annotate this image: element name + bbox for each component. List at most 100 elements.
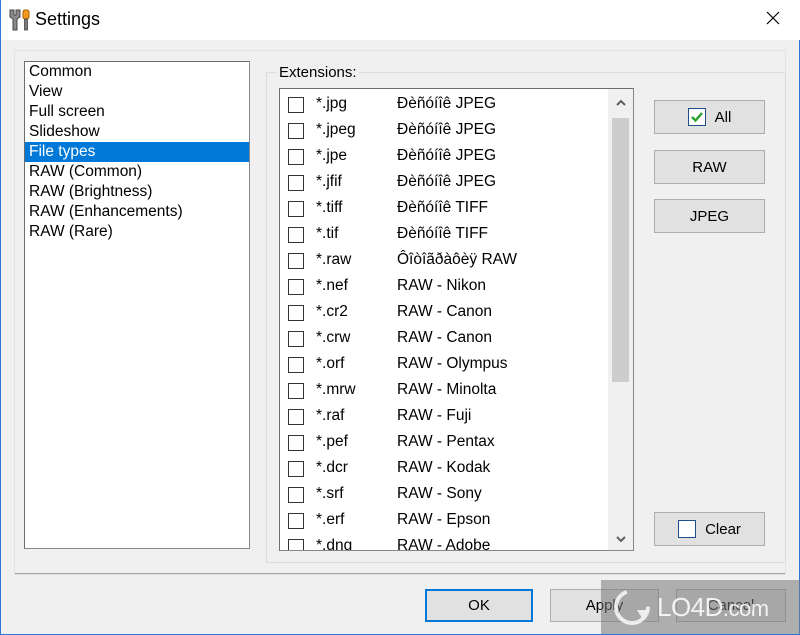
nav-item-raw-rare[interactable]: RAW (Rare) bbox=[25, 222, 249, 242]
nav-item-common[interactable]: Common bbox=[25, 62, 249, 82]
select-jpeg-label: JPEG bbox=[689, 207, 730, 225]
extension-checkbox[interactable] bbox=[288, 227, 304, 243]
checkbox-unchecked-icon bbox=[678, 520, 697, 538]
extension-checkbox[interactable] bbox=[288, 435, 304, 451]
apply-button[interactable]: Apply bbox=[550, 589, 659, 622]
select-all-label: All bbox=[714, 108, 732, 126]
clear-button[interactable]: Clear bbox=[654, 512, 765, 546]
extension-row[interactable]: *.tif Ðèñóíîê TIFF bbox=[280, 222, 610, 248]
vertical-scrollbar[interactable] bbox=[608, 89, 633, 550]
extension-row[interactable]: *.mrw RAW - Minolta bbox=[280, 378, 610, 404]
extension-name: *.jpeg bbox=[316, 121, 356, 138]
extension-checkbox[interactable] bbox=[288, 513, 304, 529]
nav-item-raw-enhancements[interactable]: RAW (Enhancements) bbox=[25, 202, 249, 222]
extension-description: RAW - Canon bbox=[397, 329, 493, 346]
extension-description: Ôîòîãðàôèÿ RAW bbox=[397, 251, 518, 268]
extension-row[interactable]: *.raf RAW - Fuji bbox=[280, 404, 610, 430]
extension-description: RAW - Minolta bbox=[397, 381, 497, 398]
category-list[interactable]: Common View Full screen Slideshow File types… bbox=[24, 61, 250, 549]
extension-checkbox[interactable] bbox=[288, 175, 304, 191]
extension-row[interactable]: *.raw Ôîòîãðàôèÿ RAW bbox=[280, 248, 610, 274]
chevron-up-icon bbox=[615, 93, 626, 110]
extension-row[interactable]: *.erf RAW - Epson bbox=[280, 508, 610, 534]
extension-checkbox[interactable] bbox=[288, 253, 304, 269]
close-button[interactable] bbox=[753, 5, 793, 35]
nav-item-view[interactable]: View bbox=[25, 82, 249, 102]
extension-description: Ðèñóíîê JPEG bbox=[397, 95, 497, 112]
extension-name: *.mrw bbox=[316, 381, 356, 398]
chevron-down-icon bbox=[615, 530, 626, 547]
ok-label: OK bbox=[468, 597, 490, 614]
extension-checkbox[interactable] bbox=[288, 201, 304, 217]
extension-name: *.cr2 bbox=[316, 303, 348, 320]
extension-name: *.erf bbox=[316, 511, 345, 528]
title-bar[interactable]: Settings bbox=[1, 0, 800, 40]
extension-name: *.srf bbox=[316, 485, 344, 502]
extension-description: RAW - Olympus bbox=[397, 355, 508, 372]
extension-row[interactable]: *.jfif Ðèñóíîê JPEG bbox=[280, 170, 610, 196]
extension-row[interactable]: *.jpg Ðèñóíîê JPEG bbox=[280, 92, 610, 118]
cancel-button[interactable]: Cancel bbox=[676, 589, 786, 622]
extension-name: *.jfif bbox=[316, 173, 342, 190]
extension-name: *.raf bbox=[316, 407, 345, 424]
select-jpeg-button[interactable]: JPEG bbox=[654, 199, 765, 233]
extension-checkbox[interactable] bbox=[288, 539, 304, 550]
extension-name: *.tiff bbox=[316, 199, 343, 216]
select-raw-button[interactable]: RAW bbox=[654, 150, 765, 184]
extension-description: RAW - Pentax bbox=[397, 433, 495, 450]
extension-name: *.raw bbox=[316, 251, 352, 268]
ok-button[interactable]: OK bbox=[425, 589, 533, 622]
extension-name: *.dcr bbox=[316, 459, 348, 476]
scrollbar-thumb[interactable] bbox=[612, 118, 629, 382]
extensions-list[interactable]: *.jpg Ðèñóíîê JPEG *.jpeg Ðèñóíîê JPEG *.jpe… bbox=[279, 88, 634, 551]
extension-description: Ðèñóíîê TIFF bbox=[397, 199, 489, 216]
extension-description: RAW - Nikon bbox=[397, 277, 486, 294]
extension-checkbox[interactable] bbox=[288, 123, 304, 139]
extensions-label: Extensions: bbox=[277, 64, 359, 81]
nav-item-raw-common[interactable]: RAW (Common) bbox=[25, 162, 249, 182]
extension-checkbox[interactable] bbox=[288, 383, 304, 399]
extension-row[interactable]: *.srf RAW - Sony bbox=[280, 482, 610, 508]
extension-checkbox[interactable] bbox=[288, 97, 304, 113]
clear-label: Clear bbox=[705, 520, 741, 538]
extension-checkbox[interactable] bbox=[288, 331, 304, 347]
extension-description: RAW - Kodak bbox=[397, 459, 491, 476]
extension-checkbox[interactable] bbox=[288, 305, 304, 321]
extension-row[interactable]: *.jpeg Ðèñóíîê JPEG bbox=[280, 118, 610, 144]
extension-description: Ðèñóíîê JPEG bbox=[397, 147, 497, 164]
settings-window: Settings Common View Full screen Slideshow F… bbox=[0, 0, 800, 635]
extension-name: *.tif bbox=[316, 225, 339, 242]
scroll-down-button[interactable] bbox=[608, 526, 633, 550]
extension-name: *.dng bbox=[316, 537, 353, 551]
nav-item-raw-brightness[interactable]: RAW (Brightness) bbox=[25, 182, 249, 202]
extension-row[interactable]: *.pef RAW - Pentax bbox=[280, 430, 610, 456]
extension-checkbox[interactable] bbox=[288, 149, 304, 165]
extension-checkbox[interactable] bbox=[288, 461, 304, 477]
scroll-up-button[interactable] bbox=[608, 89, 633, 113]
select-all-button[interactable]: All bbox=[654, 100, 765, 134]
extension-row[interactable]: *.orf RAW - Olympus bbox=[280, 352, 610, 378]
extension-checkbox[interactable] bbox=[288, 409, 304, 425]
extension-row[interactable]: *.nef RAW - Nikon bbox=[280, 274, 610, 300]
cancel-label: Cancel bbox=[707, 597, 755, 614]
nav-item-slideshow[interactable]: Slideshow bbox=[25, 122, 249, 142]
extension-checkbox[interactable] bbox=[288, 279, 304, 295]
extension-row[interactable]: *.crw RAW - Canon bbox=[280, 326, 610, 352]
checkbox-checked-icon bbox=[687, 108, 706, 126]
tools-icon bbox=[7, 8, 33, 32]
extension-description: Ðèñóíîê JPEG bbox=[397, 173, 497, 190]
nav-item-full-screen[interactable]: Full screen bbox=[25, 102, 249, 122]
extension-row[interactable]: *.dcr RAW - Kodak bbox=[280, 456, 610, 482]
extensions-rows: *.jpg Ðèñóíîê JPEG *.jpeg Ðèñóíîê JPEG *.jpe… bbox=[280, 92, 610, 551]
extension-row[interactable]: *.dng RAW - Adobe bbox=[280, 534, 610, 551]
nav-item-file-types[interactable]: File types bbox=[25, 142, 249, 162]
extension-checkbox[interactable] bbox=[288, 357, 304, 373]
window-title: Settings bbox=[35, 9, 101, 29]
extension-description: Ðèñóíîê TIFF bbox=[397, 225, 489, 242]
extension-name: *.pef bbox=[316, 433, 348, 450]
extension-description: Ðèñóíîê JPEG bbox=[397, 121, 497, 138]
extension-row[interactable]: *.cr2 RAW - Canon bbox=[280, 300, 610, 326]
extension-row[interactable]: *.jpe Ðèñóíîê JPEG bbox=[280, 144, 610, 170]
extension-row[interactable]: *.tiff Ðèñóíîê TIFF bbox=[280, 196, 610, 222]
extension-checkbox[interactable] bbox=[288, 487, 304, 503]
